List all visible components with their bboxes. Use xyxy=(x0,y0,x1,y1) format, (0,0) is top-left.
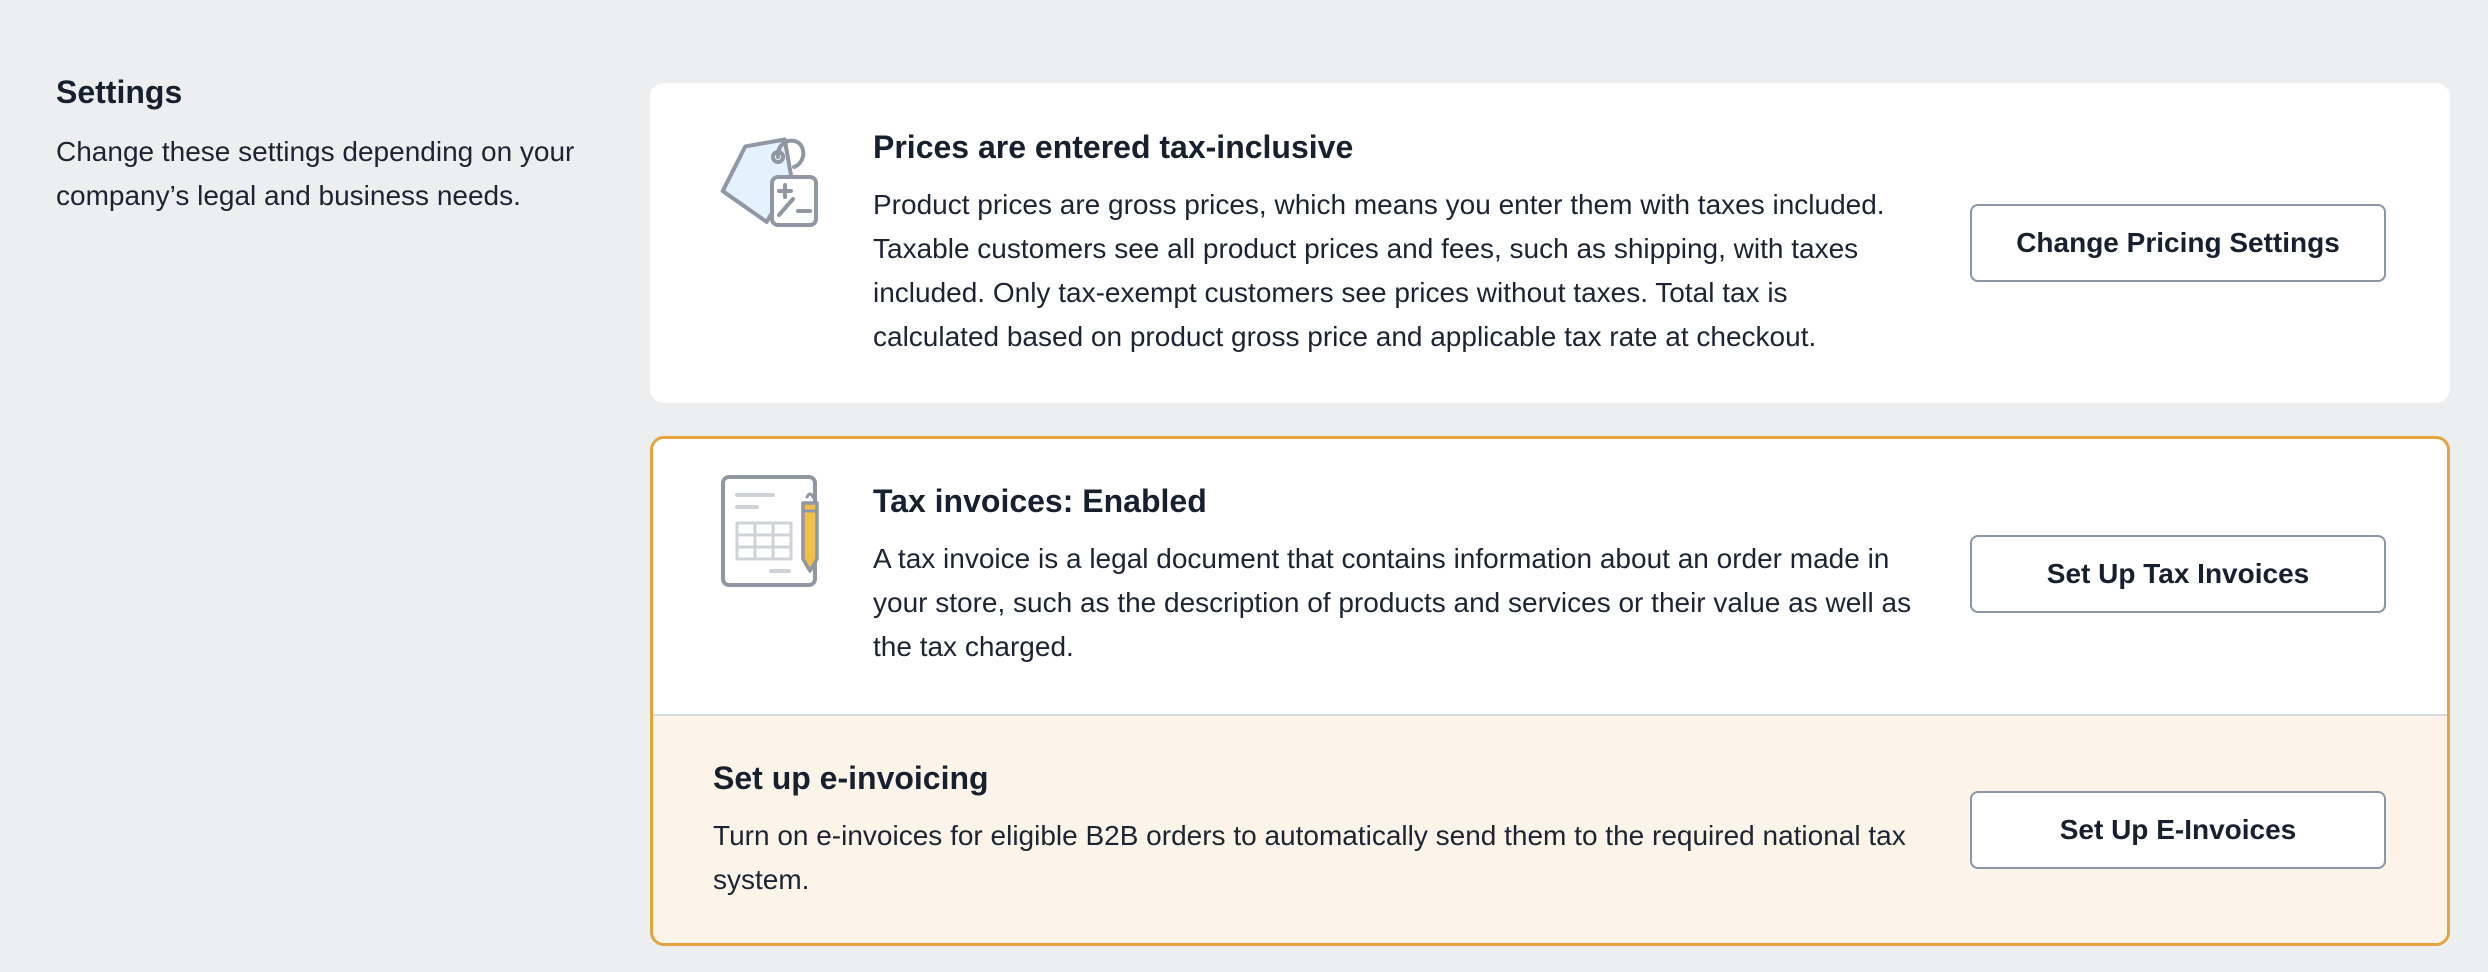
pricing-title: Prices are entered tax-inclusive xyxy=(873,129,1354,165)
price-tag-tax-icon xyxy=(714,127,824,247)
tax-settings-page: Settings Change these settings depending… xyxy=(0,0,2488,972)
pricing-description: Product prices are gross prices, which m… xyxy=(873,189,1885,352)
pricing-settings-card: Prices are entered tax-inclusive Product… xyxy=(650,83,2450,403)
set-up-e-invoices-button[interactable]: Set Up E-Invoices xyxy=(1970,791,2386,869)
e-invoicing-text: Set up e-invoicing Turn on e-invoices fo… xyxy=(713,758,1913,902)
tax-invoices-description: A tax invoice is a legal document that c… xyxy=(873,543,1912,662)
e-invoicing-section: Set up e-invoicing Turn on e-invoices fo… xyxy=(653,716,2447,943)
tax-invoices-text: Tax invoices: Enabled A tax invoice is a… xyxy=(873,481,1913,669)
settings-description: Change these settings depending on your … xyxy=(56,136,575,211)
tax-invoices-title: Tax invoices: Enabled xyxy=(873,483,1207,519)
tax-invoices-section: Tax invoices: Enabled A tax invoice is a… xyxy=(653,439,2447,714)
set-up-tax-invoices-button[interactable]: Set Up Tax Invoices xyxy=(1970,535,2386,613)
e-invoicing-description: Turn on e-invoices for eligible B2B orde… xyxy=(713,820,1906,895)
settings-title: Settings xyxy=(56,74,183,110)
change-pricing-settings-button[interactable]: Change Pricing Settings xyxy=(1970,204,2386,282)
settings-intro: Settings Change these settings depending… xyxy=(56,72,616,218)
e-invoicing-title: Set up e-invoicing xyxy=(713,760,989,796)
pricing-text: Prices are entered tax-inclusive Product… xyxy=(873,127,1913,359)
invoices-card: Tax invoices: Enabled A tax invoice is a… xyxy=(650,436,2450,946)
invoice-document-icon xyxy=(717,473,827,593)
